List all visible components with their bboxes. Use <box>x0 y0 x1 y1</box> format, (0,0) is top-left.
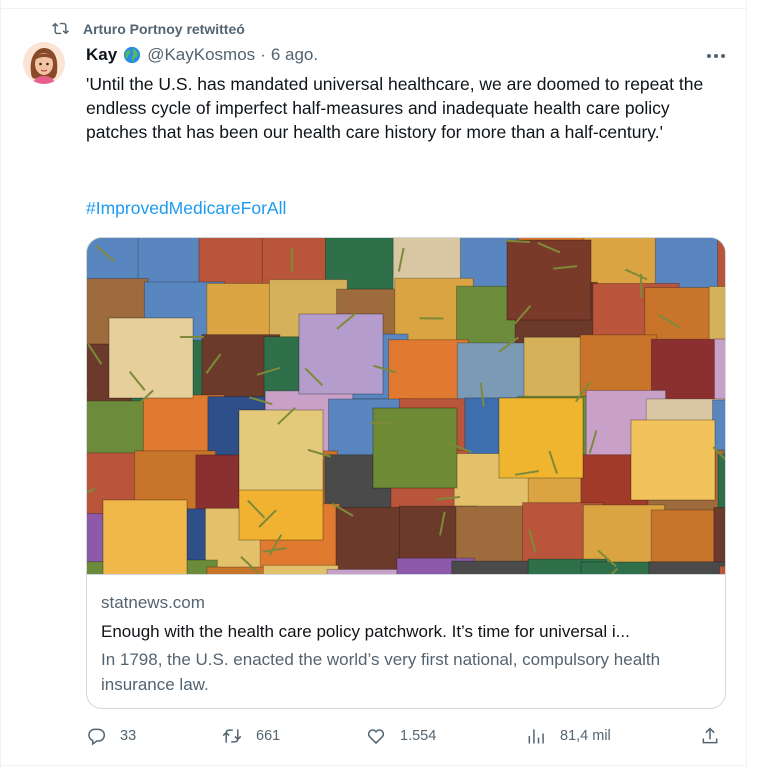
retweet-icon <box>222 729 242 743</box>
card-description: In 1798, the U.S. enacted the world’s ve… <box>101 650 661 694</box>
author-handle[interactable]: @KayKosmos <box>147 45 255 65</box>
tweet-date[interactable]: 6 ago. <box>271 45 318 65</box>
link-card[interactable]: statnews.com Enough with the health care… <box>86 237 726 709</box>
header-separator: · <box>260 45 266 64</box>
card-title: Enough with the health care policy patch… <box>101 622 630 641</box>
more-icon[interactable] <box>704 46 728 66</box>
like-icon <box>367 729 385 745</box>
reply-icon <box>88 728 106 746</box>
timeline-border-left <box>0 0 1 768</box>
tweet-header: Kay @KayKosmos · 6 ago. <box>86 45 318 65</box>
views-button[interactable]: 81,4 mil <box>526 726 611 746</box>
reply-button[interactable]: 33 <box>86 726 136 746</box>
retweet-label: Arturo Portnoy retwitteó <box>83 20 245 37</box>
card-domain: statnews.com <box>101 593 205 612</box>
retweet-count: 661 <box>256 728 281 744</box>
share-button[interactable] <box>700 726 720 746</box>
avatar[interactable] <box>23 42 65 84</box>
like-count: 1.554 <box>400 728 437 744</box>
author-name[interactable]: Kay <box>86 45 117 65</box>
card-divider <box>87 574 725 575</box>
views-count: 81,4 mil <box>560 728 611 744</box>
tweet-actions: 33 661 1.554 81,4 mil <box>86 726 726 750</box>
tweet-divider-top <box>0 8 747 9</box>
views-icon <box>528 729 544 744</box>
retweet-icon <box>52 22 69 35</box>
hashtag-link[interactable]: #ImprovedMedicareForAll <box>86 198 286 219</box>
globe-icon <box>124 46 141 64</box>
timeline-border-right <box>746 0 747 768</box>
tweet-divider-bottom <box>0 765 747 766</box>
share-icon <box>702 727 718 744</box>
retweet-button[interactable]: 661 <box>222 726 280 746</box>
like-button[interactable]: 1.554 <box>366 726 436 746</box>
card-image[interactable] <box>87 238 725 574</box>
reply-count: 33 <box>120 728 137 744</box>
tweet-text: 'Until the U.S. has mandated universal h… <box>86 74 704 142</box>
retweet-context[interactable]: Arturo Portnoy retwitteó <box>52 20 245 37</box>
